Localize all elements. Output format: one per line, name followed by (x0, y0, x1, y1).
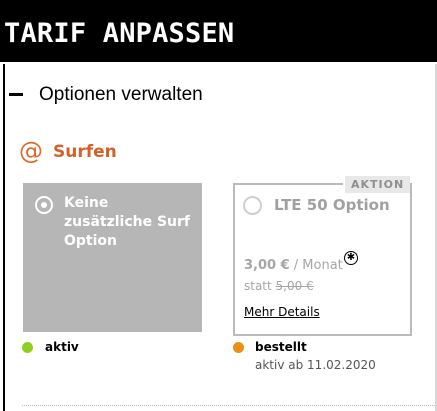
status-label: bestellt (255, 340, 307, 354)
page-header: TARIF ANPASSEN (0, 0, 437, 62)
option-title: Keine zusätzliche Surf Option (64, 195, 191, 249)
option-title: LTE 50 Option (274, 196, 390, 214)
statt-label: statt (244, 279, 276, 293)
at-sign-icon: @ (19, 137, 43, 165)
panel-border-left (3, 64, 5, 411)
more-details-link[interactable]: Mehr Details (244, 304, 320, 320)
status-label: aktiv (45, 340, 79, 354)
category-label: Surfen (53, 142, 117, 162)
status-date: aktiv ab 11.02.2020 (255, 358, 376, 372)
page-title: TARIF ANPASSEN (4, 18, 235, 49)
divider (22, 405, 435, 406)
section-title[interactable]: Optionen verwalten (39, 83, 203, 107)
minus-icon[interactable] (9, 93, 23, 96)
radio-selected-icon[interactable] (35, 196, 53, 214)
option-price: 3,00 € / Monat (244, 257, 343, 275)
old-price: 5,00 € (275, 279, 314, 293)
aktion-badge: AKTION (343, 176, 411, 195)
radio-unselected-icon[interactable] (243, 196, 262, 215)
status-active-dot-icon (22, 342, 33, 353)
status-ordered-dot-icon (233, 342, 244, 353)
footnote-star-icon[interactable]: ✱ (344, 251, 358, 265)
price-amount: 3,00 € (244, 258, 290, 273)
price-unit: / Monat (289, 258, 343, 273)
old-price-line: statt 5,00 € (244, 278, 314, 294)
